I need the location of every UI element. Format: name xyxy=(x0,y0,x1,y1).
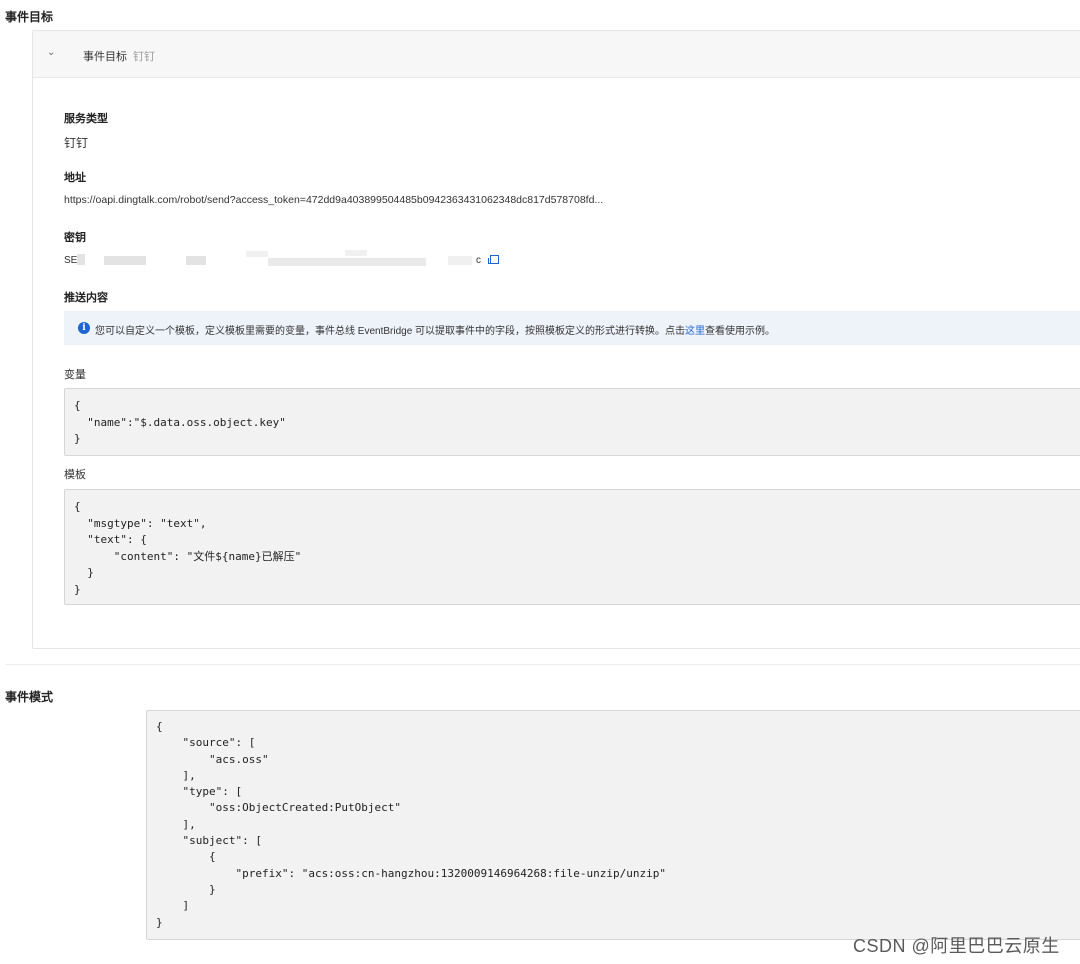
watermark: CSDN @阿里巴巴云原生 xyxy=(853,936,1060,956)
address-label: 地址 xyxy=(64,172,86,184)
panel-header[interactable]: ⌄ 事件目标 钉钉 xyxy=(33,31,1080,78)
info-notice: i 您可以自定义一个模板，定义模板里需要的变量，事件总线 EventBridge… xyxy=(64,311,1080,345)
service-type-label: 服务类型 xyxy=(64,113,108,125)
event-pattern-section-title: 事件模式 xyxy=(5,690,54,704)
redaction-mask xyxy=(246,251,268,257)
push-content-label: 推送内容 xyxy=(64,292,108,304)
info-text-after: 查看使用示例。 xyxy=(705,326,776,337)
event-pattern-code: { "source": [ "acs.oss" ], "type": [ "os… xyxy=(156,720,666,929)
redaction-mask xyxy=(77,254,85,265)
chevron-down-icon[interactable]: ⌄ xyxy=(47,47,55,58)
info-text: 您可以自定义一个模板，定义模板里需要的变量，事件总线 EventBridge 可… xyxy=(95,322,775,337)
address-value: https://oapi.dingtalk.com/robot/send?acc… xyxy=(64,194,604,206)
variables-label: 变量 xyxy=(64,369,86,381)
variables-code: { "name":"$.data.oss.object.key" } xyxy=(74,399,286,445)
template-code: { "msgtype": "text", "text": { "content"… xyxy=(74,500,302,596)
panel-header-subtitle: 钉钉 xyxy=(133,51,155,63)
secret-prefix: SE xyxy=(64,255,78,266)
redaction-mask xyxy=(104,256,146,265)
variables-code-box[interactable]: { "name":"$.data.oss.object.key" } xyxy=(64,388,1080,456)
service-type-value: 钉钉 xyxy=(64,136,89,150)
panel-header-title: 事件目标 xyxy=(83,51,127,63)
copy-icon[interactable] xyxy=(488,255,499,264)
secret-suffix: c xyxy=(476,255,481,266)
info-icon: i xyxy=(78,322,90,334)
template-label: 模板 xyxy=(64,469,86,481)
section-divider xyxy=(5,664,1080,665)
secret-label: 密钥 xyxy=(64,232,86,244)
info-link[interactable]: 这里 xyxy=(685,326,705,337)
template-code-box[interactable]: { "msgtype": "text", "text": { "content"… xyxy=(64,489,1080,605)
event-target-section-title: 事件目标 xyxy=(5,10,54,24)
event-pattern-code-box[interactable]: { "source": [ "acs.oss" ], "type": [ "os… xyxy=(146,710,1080,940)
redaction-mask xyxy=(186,256,206,265)
info-text-before: 您可以自定义一个模板，定义模板里需要的变量，事件总线 EventBridge 可… xyxy=(95,326,686,337)
redaction-mask xyxy=(345,250,367,256)
redaction-mask xyxy=(268,258,426,266)
redaction-mask xyxy=(448,256,472,265)
